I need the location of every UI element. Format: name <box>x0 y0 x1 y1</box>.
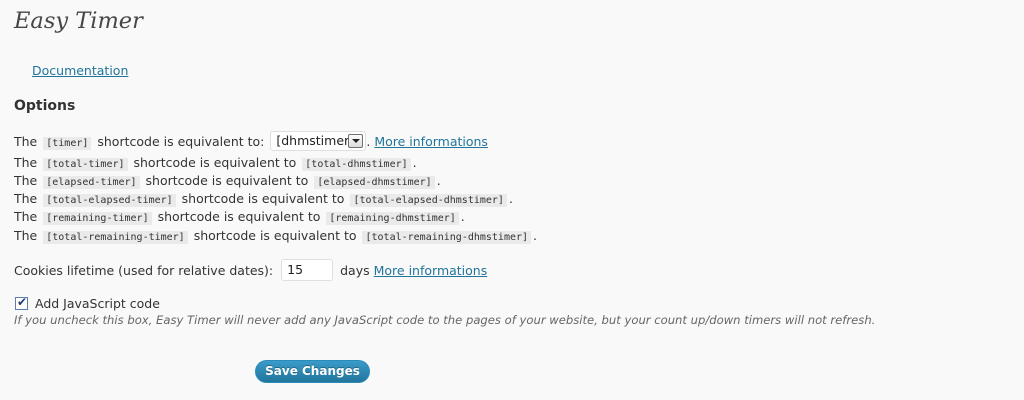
equivalence-middle: shortcode is equivalent to <box>157 209 321 224</box>
equivalence-suffix: . <box>533 228 538 243</box>
equivalence-target: [total-dhmstimer] <box>302 158 411 171</box>
page-title: Easy Timer <box>14 8 143 34</box>
documentation-link[interactable]: Documentation <box>32 63 128 78</box>
save-changes-button[interactable]: Save Changes <box>255 360 370 383</box>
timer-more-informations-link[interactable]: More informations <box>374 134 488 149</box>
equivalence-suffix: . <box>412 155 417 170</box>
equivalence-shortcode: [total-timer] <box>43 158 128 171</box>
equivalence-prefix: The <box>14 155 38 170</box>
equivalence-prefix: The <box>14 228 38 243</box>
equivalence-prefix: The <box>14 191 38 206</box>
timer-equivalent-select[interactable]: [dhmstimer] <box>270 131 367 151</box>
equivalence-middle: shortcode is equivalent to <box>193 228 357 243</box>
equivalence-shortcode: [total-remaining-timer] <box>43 231 188 244</box>
equivalence-shortcode: [total-elapsed-timer] <box>43 194 176 207</box>
add-javascript-label[interactable]: Add JavaScript code <box>35 296 160 311</box>
cookies-more-informations-link[interactable]: More informations <box>374 263 488 278</box>
javascript-hint: If you uncheck this box, Easy Timer will… <box>14 313 876 327</box>
equivalence-prefix: The <box>14 209 38 224</box>
equivalence-prefix: The <box>14 173 38 188</box>
chevron-down-icon[interactable] <box>348 134 364 148</box>
equivalence-target: [total-elapsed-dhmstimer] <box>350 194 507 207</box>
equivalence-target: [remaining-dhmstimer] <box>326 212 459 225</box>
equivalence-row: The [total-timer] shortcode is equivalen… <box>14 154 417 172</box>
equivalence-middle: shortcode is equivalent to <box>133 155 297 170</box>
equivalence-middle: shortcode is equivalent to <box>181 191 345 206</box>
timer-row-middle: shortcode is equivalent to: <box>97 134 265 149</box>
timer-shortcode: [timer] <box>43 137 92 150</box>
equivalence-target: [total-remaining-dhmstimer] <box>362 231 532 244</box>
equivalence-suffix: . <box>460 209 465 224</box>
javascript-option-row: ✔ Add JavaScript code <box>14 295 160 313</box>
cookies-lifetime-row: Cookies lifetime (used for relative date… <box>14 259 488 281</box>
timer-option-row: The [timer] shortcode is equivalent to: … <box>14 131 488 151</box>
timer-select-value: [dhmstimer] <box>276 133 355 148</box>
equivalence-shortcode: [elapsed-timer] <box>43 176 140 189</box>
check-icon: ✔ <box>17 294 28 309</box>
settings-page: Easy Timer Documentation Options The [ti… <box>0 0 1024 400</box>
equivalence-middle: shortcode is equivalent to <box>145 173 309 188</box>
timer-row-prefix: The <box>14 134 38 149</box>
add-javascript-checkbox[interactable]: ✔ <box>15 294 28 310</box>
equivalence-row: The [remaining-timer] shortcode is equiv… <box>14 208 465 226</box>
equivalence-target: [elapsed-dhmstimer] <box>314 176 435 189</box>
equivalence-row: The [elapsed-timer] shortcode is equival… <box>14 172 441 190</box>
cookies-lifetime-input[interactable]: 15 <box>281 259 334 281</box>
equivalence-suffix: . <box>508 191 513 206</box>
equivalence-row: The [total-elapsed-timer] shortcode is e… <box>14 190 513 208</box>
cookies-lifetime-label: Cookies lifetime (used for relative date… <box>14 263 274 278</box>
equivalence-row: The [total-remaining-timer] shortcode is… <box>14 227 537 245</box>
timer-row-suffix: . <box>366 134 371 149</box>
options-heading: Options <box>14 98 76 114</box>
equivalence-shortcode: [remaining-timer] <box>43 212 152 225</box>
equivalence-suffix: . <box>436 173 441 188</box>
cookies-lifetime-unit: days <box>340 263 370 278</box>
